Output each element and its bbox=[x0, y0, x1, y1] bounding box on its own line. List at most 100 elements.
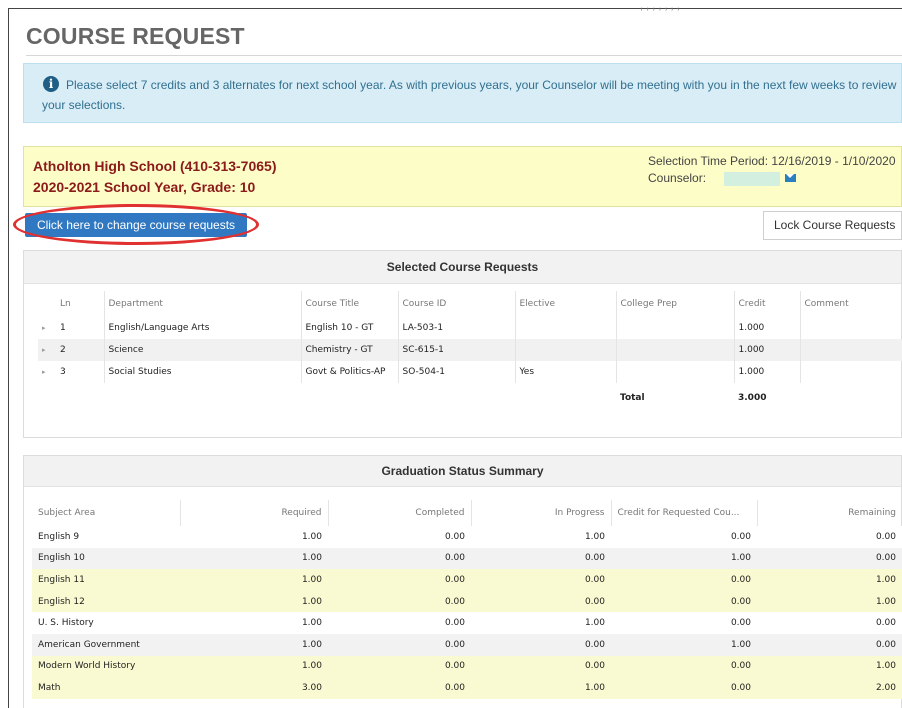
cell-credit: 1.000 bbox=[733, 339, 800, 361]
table-header-row: Ln Department Course Title Course ID Ele… bbox=[38, 291, 902, 317]
cell-remaining: 0.00 bbox=[757, 633, 902, 656]
cell-requested: 0.00 bbox=[611, 612, 757, 634]
lock-course-requests-button[interactable]: Lock Course Requests bbox=[763, 211, 902, 240]
total-label: Total bbox=[620, 393, 645, 403]
cell-remaining: 0.00 bbox=[757, 526, 902, 548]
window-left-border bbox=[8, 8, 9, 708]
column-header[interactable]: Course ID bbox=[397, 291, 515, 317]
cell-in-progress: 0.00 bbox=[471, 633, 611, 656]
cell-completed: 0.00 bbox=[328, 590, 471, 613]
table-row: U. S. History 1.00 0.00 1.00 0.00 0.00 bbox=[32, 612, 902, 634]
cell-completed: 0.00 bbox=[328, 677, 471, 699]
cell-college-prep bbox=[615, 317, 734, 339]
caret-right-icon[interactable]: ▸ bbox=[38, 361, 56, 383]
cell-requested: 0.00 bbox=[611, 677, 757, 699]
column-header[interactable]: Ln bbox=[56, 291, 104, 317]
table-row: American Government 1.00 0.00 0.00 1.00 0.00 bbox=[32, 633, 902, 656]
cell-credit: 1.000 bbox=[733, 361, 800, 383]
cell-remaining: 2.00 bbox=[757, 677, 902, 699]
column-header[interactable]: Course Title bbox=[300, 291, 398, 317]
cell-ln: 3 bbox=[60, 367, 66, 377]
cell-completed: 0.00 bbox=[328, 655, 471, 678]
school-info-panel: Atholton High School (410-313-7065) 2020… bbox=[23, 146, 902, 207]
table-row[interactable]: ▸ 2 Science Chemistry - GT SC-615-1 1.00… bbox=[38, 339, 902, 361]
column-header[interactable]: In Progress bbox=[470, 500, 611, 526]
title-divider bbox=[26, 55, 902, 56]
cell-course-id: SC-615-1 bbox=[397, 339, 515, 361]
cell-required: 1.00 bbox=[180, 590, 328, 613]
school-year-grade: 2020-2021 School Year, Grade: 10 bbox=[33, 179, 256, 195]
page-title: COURSE REQUEST bbox=[26, 23, 245, 49]
selected-courses-table: Ln Department Course Title Course ID Ele… bbox=[38, 291, 902, 413]
cell-department: Science bbox=[103, 339, 301, 361]
cell-required: 1.00 bbox=[180, 655, 328, 678]
column-header[interactable]: Credit for Requested Cou... bbox=[610, 500, 757, 526]
cell-requested: 0.00 bbox=[611, 590, 757, 613]
cell-subject: English 12 bbox=[32, 590, 180, 613]
cell-completed: 0.00 bbox=[328, 633, 471, 656]
cell-requested: 1.00 bbox=[611, 633, 757, 656]
cell-comment bbox=[799, 361, 902, 383]
cell-in-progress: 0.00 bbox=[471, 569, 611, 591]
cell-department: English/Language Arts bbox=[103, 317, 301, 339]
table-row[interactable]: ▸ 1 English/Language Arts English 10 - G… bbox=[38, 317, 902, 339]
cell-completed: 0.00 bbox=[328, 547, 471, 570]
column-header[interactable]: Subject Area bbox=[32, 500, 180, 526]
cell-course-id: SO-504-1 bbox=[397, 361, 515, 383]
cell-requested: 0.00 bbox=[611, 526, 757, 548]
counselor-label: Counselor: bbox=[648, 171, 707, 185]
cell-credit: 1.000 bbox=[733, 317, 800, 339]
column-header[interactable]: Credit bbox=[733, 291, 800, 317]
cell-in-progress: 0.00 bbox=[471, 590, 611, 613]
cell-subject: English 11 bbox=[32, 569, 180, 591]
cell-required: 1.00 bbox=[180, 569, 328, 591]
cell-elective bbox=[514, 339, 616, 361]
table-header-row: Subject Area Required Completed In Progr… bbox=[32, 500, 902, 526]
column-header[interactable]: Required bbox=[179, 500, 328, 526]
info-message: Please select 7 credits and 3 alternates… bbox=[42, 78, 897, 112]
cell-subject: English 9 bbox=[32, 526, 180, 548]
selected-course-requests-title: Selected Course Requests bbox=[24, 251, 901, 284]
cell-in-progress: 0.00 bbox=[471, 547, 611, 570]
table-row: English 11 1.00 0.00 0.00 0.00 1.00 bbox=[32, 569, 902, 591]
cell-elective: Yes bbox=[514, 361, 616, 383]
total-row: Total 3.000 bbox=[38, 383, 902, 413]
cell-comment bbox=[799, 317, 902, 339]
cell-in-progress: 1.00 bbox=[471, 612, 611, 634]
cell-required: 1.00 bbox=[180, 633, 328, 656]
cell-remaining: 1.00 bbox=[757, 590, 902, 613]
column-header[interactable]: Remaining bbox=[756, 500, 902, 526]
cell-completed: 0.00 bbox=[328, 612, 471, 634]
cell-college-prep bbox=[615, 361, 734, 383]
column-header[interactable]: Department bbox=[103, 291, 301, 317]
column-header[interactable]: Completed bbox=[327, 500, 471, 526]
cell-requested: 0.00 bbox=[611, 569, 757, 591]
cell-course-title: Govt & Politics-AP bbox=[300, 361, 398, 383]
table-row: English 9 1.00 0.00 1.00 0.00 0.00 bbox=[32, 526, 902, 548]
table-row: Modern World History 1.00 0.00 0.00 0.00 1.00 bbox=[32, 655, 902, 678]
column-header[interactable]: College Prep bbox=[615, 291, 734, 317]
window-top-border bbox=[8, 8, 902, 9]
cell-course-id: LA-503-1 bbox=[397, 317, 515, 339]
table-row: English 12 1.00 0.00 0.00 0.00 1.00 bbox=[32, 590, 902, 613]
cell-completed: 0.00 bbox=[328, 569, 471, 591]
column-header[interactable]: Comment bbox=[799, 291, 902, 317]
selected-course-requests-panel: Selected Course Requests Ln Department C… bbox=[23, 250, 902, 438]
cell-remaining: 1.00 bbox=[757, 569, 902, 591]
cell-requested: 1.00 bbox=[611, 547, 757, 570]
column-header[interactable]: Elective bbox=[514, 291, 616, 317]
envelope-icon[interactable] bbox=[785, 174, 796, 182]
caret-right-icon[interactable]: ▸ bbox=[38, 339, 56, 361]
cell-elective bbox=[514, 317, 616, 339]
cell-subject: U. S. History bbox=[32, 612, 180, 634]
cell-required: 1.00 bbox=[180, 526, 328, 548]
selection-time-period: Selection Time Period: 12/16/2019 - 1/10… bbox=[648, 154, 896, 168]
school-name: Atholton High School (410-313-7065) bbox=[33, 158, 277, 174]
table-row[interactable]: ▸ 3 Social Studies Govt & Politics-AP SO… bbox=[38, 361, 902, 383]
cell-subject: Math bbox=[32, 677, 180, 699]
cell-remaining: 0.00 bbox=[757, 612, 902, 634]
cell-subject: English 10 bbox=[32, 547, 180, 570]
column-expander bbox=[38, 291, 56, 317]
cell-required: 1.00 bbox=[180, 612, 328, 634]
caret-right-icon[interactable]: ▸ bbox=[38, 317, 56, 339]
